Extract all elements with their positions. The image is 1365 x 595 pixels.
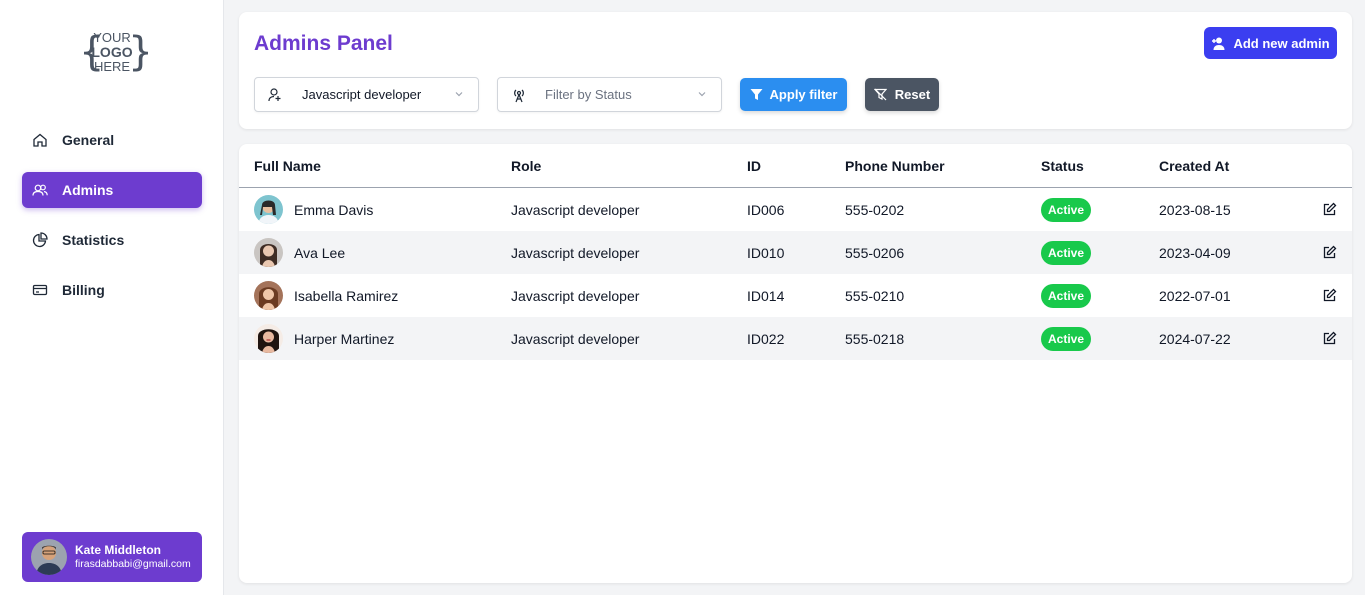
cell-role: Javascript developer — [511, 331, 640, 347]
cell-id: ID022 — [747, 331, 785, 347]
filter-icon — [750, 89, 763, 100]
chevron-down-icon — [698, 92, 706, 97]
cell-created-at: 2023-04-09 — [1159, 245, 1231, 261]
column-header-status[interactable]: Status — [1041, 158, 1084, 174]
edit-icon[interactable] — [1322, 331, 1337, 346]
cell-created-at: 2023-08-15 — [1159, 202, 1231, 218]
edit-icon[interactable] — [1322, 288, 1337, 303]
page-title: Admins Panel — [254, 32, 393, 55]
status-filter-select[interactable]: Filter by Status — [497, 77, 722, 112]
cell-created-at: 2022-07-01 — [1159, 288, 1231, 304]
status-badge: Active — [1041, 198, 1092, 222]
add-admin-label: Add new admin — [1233, 35, 1330, 51]
status-badge: Active — [1041, 284, 1092, 308]
role-filter-select[interactable]: Javascript developer — [254, 77, 479, 112]
status-filter-placeholder: Filter by Status — [545, 87, 632, 102]
cell-full-name: Ava Lee — [294, 245, 346, 261]
edit-icon[interactable] — [1322, 202, 1337, 217]
user-profile-card[interactable]: Kate Middleton firasdabbabi@gmail.com — [22, 532, 202, 582]
cell-full-name: Emma Davis — [294, 202, 374, 218]
status-badge: Active — [1041, 327, 1092, 351]
logo: { } YOUR LOGO HERE — [79, 29, 148, 75]
cell-created-at: 2024-07-22 — [1159, 331, 1231, 347]
logo-line-2: LOGO — [91, 44, 132, 60]
home-icon — [31, 132, 48, 149]
column-header-full-name[interactable]: Full Name — [254, 158, 321, 174]
edit-icon[interactable] — [1322, 245, 1337, 260]
avatar — [254, 238, 283, 267]
avatar — [254, 324, 283, 353]
filter-header: Admins Panel Add new admin Javascript de… — [239, 12, 1352, 129]
chevron-down-icon — [455, 92, 463, 97]
sidebar-nav: General Admins Statistics Billing — [22, 122, 202, 322]
table-row[interactable]: Emma Davis Javascript developer ID006 55… — [239, 188, 1352, 231]
logo-line-3: HERE — [94, 59, 130, 74]
avatar — [31, 539, 67, 575]
cell-id: ID014 — [747, 288, 785, 304]
profile-name: Kate Middleton — [75, 543, 161, 557]
sidebar-item-label: Statistics — [62, 232, 125, 248]
cell-role: Javascript developer — [511, 288, 640, 304]
cell-role: Javascript developer — [511, 245, 640, 261]
cell-id: ID010 — [747, 245, 785, 261]
apply-filter-button[interactable]: Apply filter — [740, 78, 847, 111]
table-row[interactable]: Harper Martinez Javascript developer ID0… — [239, 317, 1352, 360]
add-admin-button[interactable]: Add new admin — [1204, 27, 1337, 59]
cell-full-name: Harper Martinez — [294, 331, 395, 347]
column-header-id[interactable]: ID — [747, 158, 761, 174]
table-row[interactable]: Ava Lee Javascript developer ID010 555-0… — [239, 231, 1352, 274]
sidebar-item-label: Billing — [62, 282, 105, 298]
cell-full-name: Isabella Ramirez — [294, 288, 399, 304]
sidebar-item-label: General — [62, 132, 115, 148]
profile-email: firasdabbabi@gmail.com — [75, 558, 191, 570]
cell-role: Javascript developer — [511, 202, 640, 218]
sidebar-item-billing[interactable]: Billing — [22, 272, 202, 308]
logo-line-1: YOUR — [93, 30, 131, 45]
sidebar: { } YOUR LOGO HERE General Admins Statis… — [0, 0, 224, 595]
apply-filter-label: Apply filter — [769, 87, 838, 102]
sidebar-item-general[interactable]: General — [22, 122, 202, 158]
sidebar-item-label: Admins — [62, 182, 114, 198]
cell-phone: 555-0202 — [845, 202, 905, 218]
cell-phone: 555-0210 — [845, 288, 905, 304]
cell-phone: 555-0206 — [845, 245, 905, 261]
cell-id: ID006 — [747, 202, 785, 218]
role-filter-value: Javascript developer — [302, 87, 422, 102]
admins-table: Full Name Role ID Phone Number Status Cr… — [239, 144, 1352, 583]
reset-filter-button[interactable]: Reset — [865, 78, 939, 111]
cell-phone: 555-0218 — [845, 331, 905, 347]
reset-filter-label: Reset — [894, 87, 931, 102]
column-header-role[interactable]: Role — [511, 158, 541, 174]
credit-card-icon — [31, 282, 48, 299]
sidebar-item-statistics[interactable]: Statistics — [22, 222, 202, 258]
broadcast-icon — [511, 87, 527, 103]
table-row[interactable]: Isabella Ramirez Javascript developer ID… — [239, 274, 1352, 317]
users-icon — [31, 182, 48, 199]
column-header-phone[interactable]: Phone Number — [845, 158, 945, 174]
status-badge: Active — [1041, 241, 1092, 265]
user-plus-icon — [1212, 37, 1225, 50]
sidebar-item-admins[interactable]: Admins — [22, 172, 202, 208]
avatar — [254, 281, 283, 310]
avatar — [254, 195, 283, 224]
column-header-created-at[interactable]: Created At — [1159, 158, 1229, 174]
pie-chart-icon — [31, 232, 48, 249]
table-header: Full Name Role ID Phone Number Status Cr… — [239, 144, 1352, 188]
user-search-icon — [268, 87, 284, 103]
filter-off-icon — [873, 88, 887, 101]
